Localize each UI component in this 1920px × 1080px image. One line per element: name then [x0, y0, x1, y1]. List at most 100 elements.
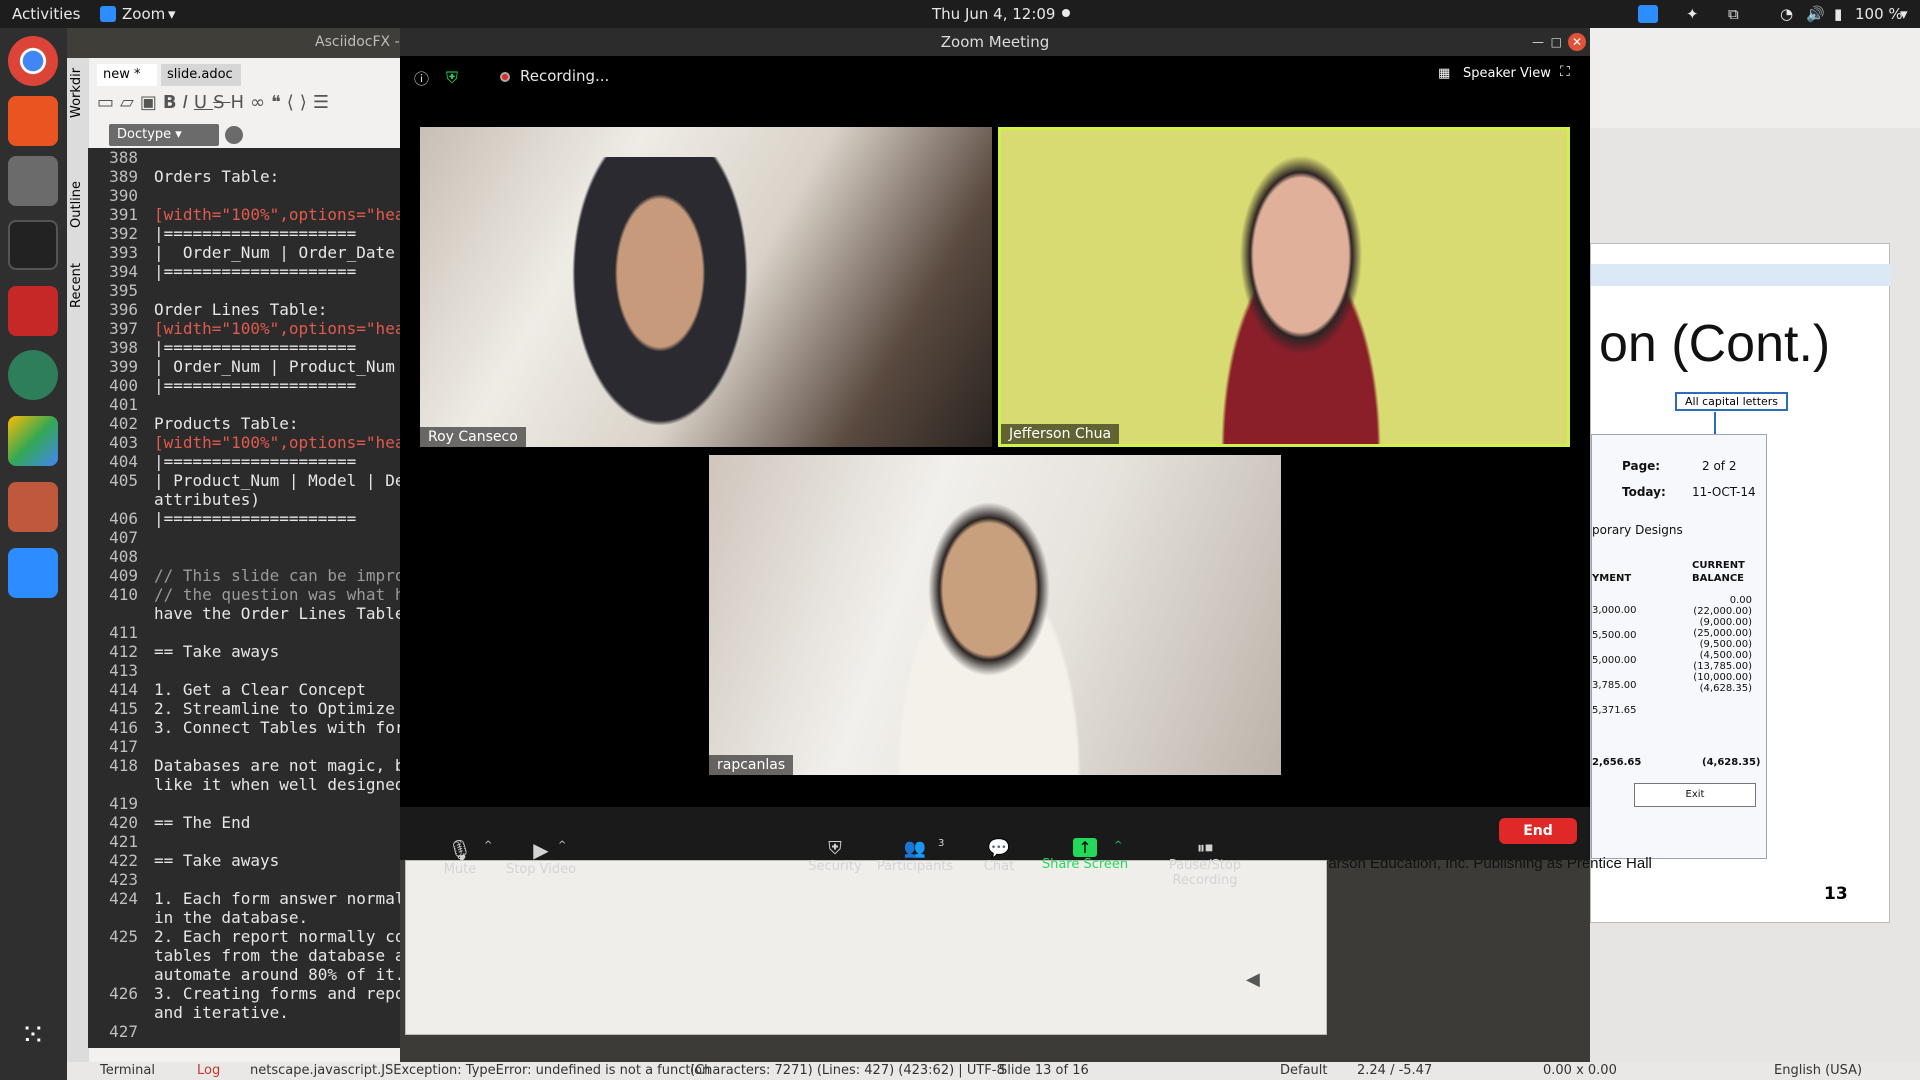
tab-new[interactable]: new *: [97, 64, 157, 86]
cursor-position: 2.24 / -5.47: [1357, 1063, 1433, 1078]
shield-icon[interactable]: ⛨: [446, 68, 458, 88]
quote-icon[interactable]: ❝: [271, 92, 287, 113]
grid-view-icon: ▦: [1438, 66, 1451, 81]
check-icon[interactable]: [225, 126, 243, 144]
minimize-icon[interactable]: —: [1532, 28, 1544, 56]
heading-icon[interactable]: H: [231, 92, 251, 113]
atom-icon[interactable]: [8, 350, 58, 400]
chat-button[interactable]: 💬 Chat: [974, 838, 1024, 874]
chevron-up-icon[interactable]: ^: [1114, 840, 1122, 851]
participants-button[interactable]: 👥 Participants: [870, 838, 960, 874]
payments-column: 3,000.00 5,500.00 5,000.00 3,785.00 5,371.65: [1592, 605, 1637, 730]
chrome-icon[interactable]: [8, 36, 58, 86]
line-number: 418: [109, 756, 138, 775]
recent-tab[interactable]: Recent: [69, 263, 84, 308]
security-button[interactable]: ⛨ Security: [800, 838, 870, 874]
line-number: 401: [109, 395, 138, 414]
language[interactable]: English (USA): [1774, 1063, 1862, 1078]
app-menu[interactable]: Zoom: [122, 5, 165, 23]
page-value: 2 of 2: [1702, 459, 1737, 473]
speaker-view-button[interactable]: Speaker View: [1463, 66, 1551, 81]
info-icon[interactable]: ⓘ: [414, 68, 429, 89]
terminal-tab[interactable]: Terminal: [100, 1063, 155, 1078]
screen-share-icon[interactable]: ⧉: [1728, 5, 1739, 23]
save-icon[interactable]: ▣: [140, 92, 163, 113]
app-grid-icon[interactable]: ⁙: [8, 1018, 58, 1068]
video-tile-roy[interactable]: Roy Canseco: [420, 127, 992, 447]
line-number: 415: [109, 699, 138, 718]
doctype-label: Doctype: [117, 127, 172, 142]
stop-video-button[interactable]: ▶ Stop Video: [496, 838, 586, 877]
software-center-icon[interactable]: [8, 96, 58, 146]
italic-icon[interactable]: I: [183, 92, 194, 113]
balance-value: (10,000.00): [1693, 672, 1752, 683]
clock[interactable]: Thu Jun 4, 12:09: [932, 5, 1055, 23]
line-number: 399: [109, 357, 138, 376]
tab-slide-adoc[interactable]: slide.adoc: [161, 64, 241, 86]
video-tile-jefferson[interactable]: Jefferson Chua: [998, 127, 1570, 447]
line-text: and iterative.: [154, 1003, 289, 1022]
end-meeting-button[interactable]: End: [1499, 818, 1577, 844]
fullscreen-icon[interactable]: ⛶: [1560, 64, 1570, 80]
zoom-app-icon: [100, 6, 116, 22]
outline-tab[interactable]: Outline: [69, 181, 84, 228]
wifi-icon[interactable]: ◔: [1780, 5, 1793, 23]
mute-label: Mute: [443, 862, 477, 877]
share-screen-label: Share Screen: [1041, 857, 1129, 872]
prev-arrow-icon[interactable]: ◀: [1246, 969, 1260, 990]
line-number: 396: [109, 300, 138, 319]
code-icon[interactable]: ⟨⟩: [287, 92, 313, 113]
bold-icon[interactable]: B: [163, 92, 183, 113]
share-screen-icon: ↑: [1073, 838, 1097, 857]
line-number: 389: [109, 167, 138, 186]
system-monitor-icon[interactable]: [8, 220, 58, 270]
activities-button[interactable]: Activities: [12, 5, 80, 23]
line-number: 424: [109, 889, 138, 908]
impress-toolbar: [1590, 28, 1920, 128]
chevron-down-icon[interactable]: ▾: [1900, 5, 1908, 23]
line-text: like it when well designed: [154, 775, 400, 794]
doctype-select[interactable]: Doctype ▾: [109, 124, 219, 146]
notification-dot-icon: [1062, 9, 1070, 17]
video-tile-rapcanlas[interactable]: rapcanlas: [709, 455, 1281, 775]
link-icon[interactable]: ∞: [250, 92, 271, 113]
underline-icon[interactable]: U: [194, 92, 213, 113]
impress-icon[interactable]: [8, 482, 58, 532]
files-icon[interactable]: [8, 156, 58, 206]
slide-canvas[interactable]: on (Cont.) All capital letters Page: 2 o…: [1590, 243, 1891, 923]
chevron-up-icon[interactable]: ^: [484, 840, 492, 851]
drive-icon[interactable]: [8, 416, 58, 466]
line-number: 411: [109, 623, 138, 642]
line-text: Order Lines Table:: [154, 300, 328, 319]
close-icon[interactable]: ✕: [1568, 33, 1586, 51]
participant-video: [560, 157, 760, 447]
line-text: [width="100%",options="hea: [154, 205, 400, 224]
strike-icon[interactable]: S: [213, 92, 230, 113]
total-balance: (4,628.35): [1702, 757, 1761, 768]
line-text: 2. Streamline to Optimize: [154, 699, 395, 718]
chevron-up-icon[interactable]: ^: [558, 840, 566, 851]
maximize-icon[interactable]: □: [1551, 28, 1562, 56]
chat-label: Chat: [983, 859, 1015, 874]
zoom-dock-icon[interactable]: [8, 548, 58, 598]
pause-stop-recording-button[interactable]: ⏸⏹ Pause/Stop Recording: [1140, 838, 1270, 888]
code-editor[interactable]: 388 389 Orders Table: 390 391 [width="100%",o…: [88, 148, 400, 1048]
battery-icon[interactable]: ▮: [1834, 5, 1842, 23]
line-number: 390: [109, 186, 138, 205]
balance-header-2: BALANCE: [1692, 573, 1745, 584]
line-number: 397: [109, 319, 138, 338]
open-icon[interactable]: ▱: [120, 92, 140, 113]
list-icon[interactable]: ☰: [313, 92, 335, 113]
terminal-icon[interactable]: [8, 286, 58, 336]
participants-label: Participants: [876, 859, 954, 874]
system-top-bar: Activities Zoom ▾ Thu Jun 4, 12:09 ✦ ⧉ ◔…: [0, 0, 1920, 28]
volume-icon[interactable]: 🔊: [1806, 5, 1825, 23]
dropbox-icon[interactable]: ✦: [1686, 5, 1699, 23]
new-file-icon[interactable]: ▭: [97, 92, 120, 113]
mute-button[interactable]: 🎙 Mute: [430, 838, 490, 877]
log-tab[interactable]: Log: [197, 1063, 220, 1078]
line-text: // the question was what h: [154, 585, 400, 604]
workdir-tab[interactable]: Workdir: [69, 68, 84, 118]
recording-label: Pause/Stop Recording: [1168, 858, 1242, 888]
zoom-tray-icon[interactable]: [1638, 5, 1658, 23]
